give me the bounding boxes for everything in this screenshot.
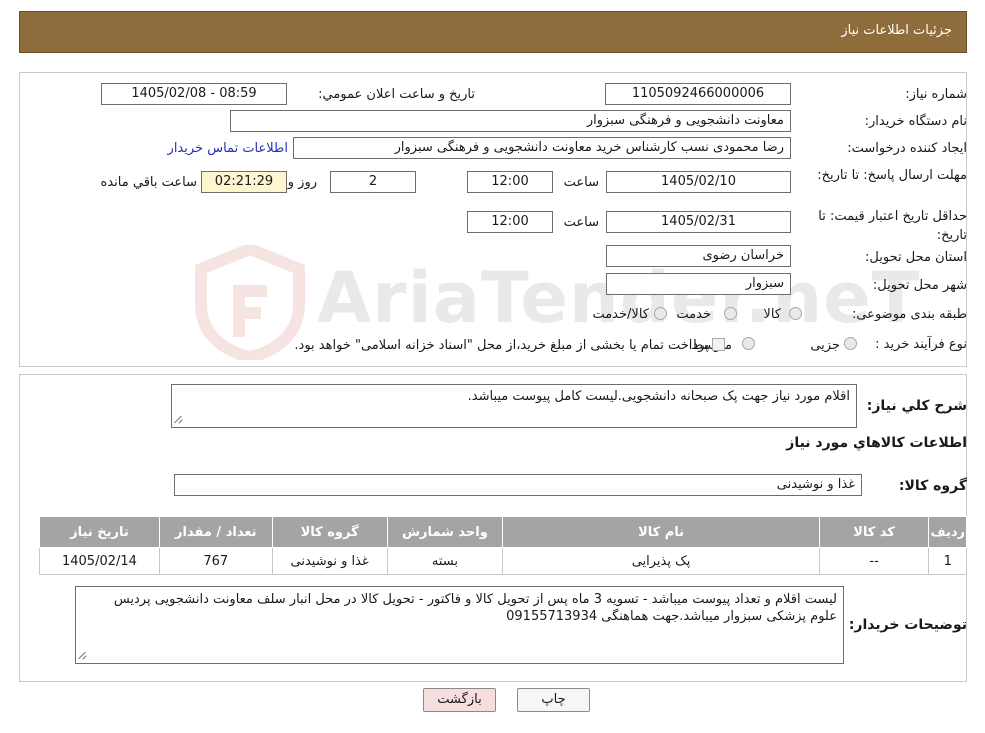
cell-unit: بسته xyxy=(386,547,504,575)
buyer-notes-text: لیست اقلام و تعداد پیوست میباشد - تسویه … xyxy=(113,592,837,624)
resize-handle-icon[interactable] xyxy=(174,415,183,424)
col-group: گروه کالا xyxy=(271,516,388,548)
page-title: جزئیات اطلاعات نیاز xyxy=(841,23,952,38)
col-code: کد کالا xyxy=(818,516,930,548)
delivery-province-label: استان محل تحویل: xyxy=(865,250,967,265)
need-number-field[interactable]: 1105092466000006 xyxy=(605,83,791,105)
price-validity-time-field[interactable]: 12:00 xyxy=(467,211,553,233)
category-label: طبقه بندی موضوعی: xyxy=(851,307,967,322)
cell-name: پک پذیرایی xyxy=(502,547,820,575)
requester-label: ایجاد کننده درخواست: xyxy=(847,141,967,156)
purchase-type-label: نوع فرآیند خرید : xyxy=(875,337,967,352)
summary-textarea[interactable]: اقلام مورد نیاز جهت پک صبحانه دانشجویی.ل… xyxy=(171,384,857,428)
reply-deadline-date-field[interactable]: 1405/02/10 xyxy=(606,171,791,193)
buyer-org-field[interactable]: معاونت دانشجویی و فرهنگی سبزوار xyxy=(230,110,791,132)
cell-quantity: 767 xyxy=(158,547,273,575)
watermark-logo-icon xyxy=(195,245,305,360)
purchase-type-note: پرداخت تمام یا بخشی از مبلغ خرید،از محل … xyxy=(294,338,709,353)
delivery-city-field[interactable]: سبزوار xyxy=(606,273,791,295)
col-quantity: تعداد / مقدار xyxy=(158,516,273,548)
delivery-province-field[interactable]: خراسان رضوی xyxy=(606,245,791,267)
goods-group-label: گروه کالا: xyxy=(898,478,967,494)
resize-handle-icon[interactable] xyxy=(78,651,87,660)
purchase-type-option-minor: جزیی xyxy=(810,338,840,353)
announce-datetime-field[interactable]: 1405/02/08 - 08:59 xyxy=(101,83,287,105)
category-option-goods-service: کالا/خدمت xyxy=(592,307,649,322)
announce-datetime-label: تاریخ و ساعت اعلان عمومي: xyxy=(318,87,475,102)
reply-deadline-time-field[interactable]: 12:00 xyxy=(467,171,553,193)
price-validity-label: حداقل تاریخ اعتبار قیمت: تا تاریخ: xyxy=(818,209,967,243)
table-row[interactable]: 1 -- پک پذیرایی بسته غذا و نوشیدنی 767 1… xyxy=(39,547,967,575)
requester-field[interactable]: رضا محمودی نسب کارشناس خرید معاونت دانشج… xyxy=(293,137,791,159)
delivery-city-label: شهر محل تحویل: xyxy=(872,278,967,293)
category-radio-service[interactable] xyxy=(724,307,737,320)
cell-code: -- xyxy=(818,547,930,575)
reply-days-field[interactable]: 2 xyxy=(330,171,416,193)
category-radio-goods-service[interactable] xyxy=(654,307,667,320)
page-header: جزئیات اطلاعات نیاز xyxy=(19,11,967,53)
price-validity-date-field[interactable]: 1405/02/31 xyxy=(606,211,791,233)
cell-row: 1 xyxy=(928,547,967,575)
category-option-goods: کالا xyxy=(763,307,781,322)
category-option-service: خدمت xyxy=(676,307,711,322)
buyer-notes-label: توضیحات خریدار: xyxy=(848,617,967,633)
purchase-type-radio-medium[interactable] xyxy=(742,337,755,350)
col-unit: واحد شمارش xyxy=(386,516,504,548)
buyer-contact-link[interactable]: اطلاعات تماس خریدار xyxy=(168,141,288,156)
cell-need-date: 1405/02/14 xyxy=(39,547,160,575)
items-table-header: رديف کد کالا نام کالا واحد شمارش گروه کا… xyxy=(39,516,967,548)
goods-group-field[interactable]: غذا و نوشیدنی xyxy=(174,474,862,496)
remaining-time-field: 02:21:29 xyxy=(201,171,287,193)
watermark-text: AriaTender.neT xyxy=(317,257,921,339)
back-button[interactable]: بازگشت xyxy=(423,688,496,712)
print-button[interactable]: چاپ xyxy=(517,688,590,712)
col-row: رديف xyxy=(928,516,967,548)
col-need-date: تاریخ نیاز xyxy=(39,516,160,548)
col-name: نام کالا xyxy=(502,516,820,548)
reply-deadline-label: مهلت ارسال پاسخ: تا تاریخ: xyxy=(817,168,967,183)
summary-label: شرح كلي نياز: xyxy=(866,398,967,414)
items-table-wrapper: رديف کد کالا نام کالا واحد شمارش گروه کا… xyxy=(39,516,967,575)
reply-days-label: روز و xyxy=(287,175,317,190)
buyer-org-label: نام دستگاه خریدار: xyxy=(864,114,967,129)
remaining-time-label: ساعت باقي مانده xyxy=(100,175,197,190)
items-section-title: اطلاعات كالاهاي مورد نياز xyxy=(786,435,967,451)
summary-text: اقلام مورد نیاز جهت پک صبحانه دانشجویی.ل… xyxy=(467,389,850,404)
category-radio-goods[interactable] xyxy=(789,307,802,320)
need-number-label: شماره نیاز: xyxy=(905,87,967,102)
purchase-type-radio-minor[interactable] xyxy=(844,337,857,350)
treasury-checkbox[interactable] xyxy=(712,338,725,351)
price-validity-time-label: ساعت xyxy=(563,215,599,230)
reply-deadline-time-label: ساعت xyxy=(563,175,599,190)
cell-group: غذا و نوشیدنی xyxy=(271,547,388,575)
items-table: رديف کد کالا نام کالا واحد شمارش گروه کا… xyxy=(39,516,967,575)
buyer-notes-textarea[interactable]: لیست اقلام و تعداد پیوست میباشد - تسویه … xyxy=(75,586,844,664)
